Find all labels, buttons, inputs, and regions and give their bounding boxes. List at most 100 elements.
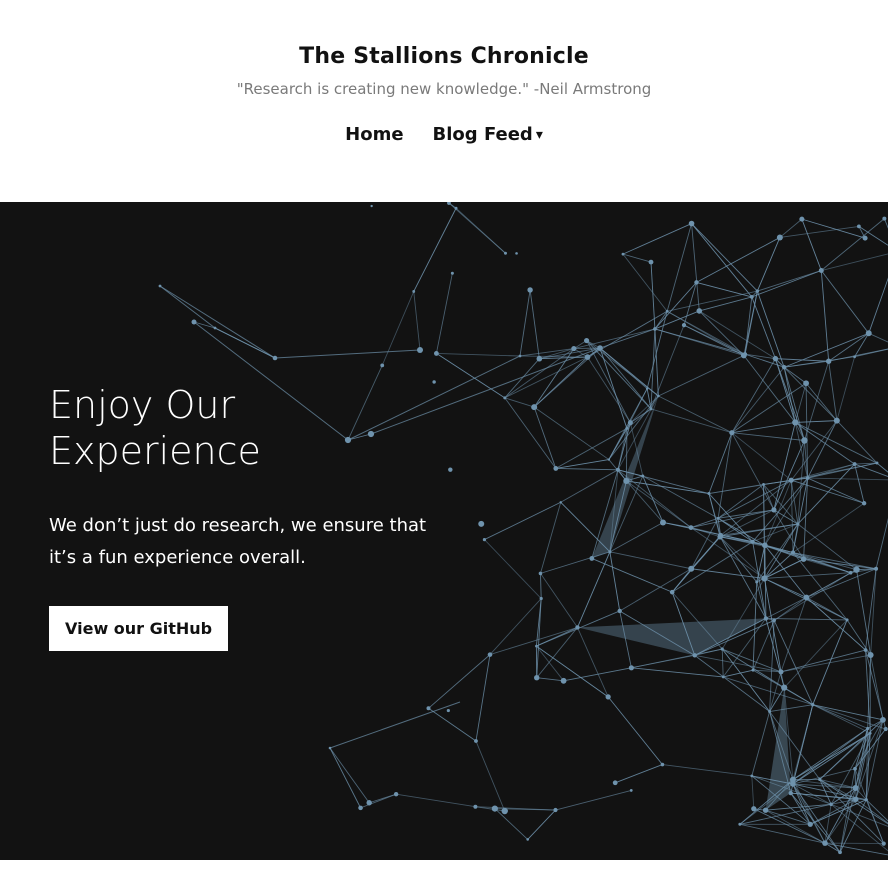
network-edge [666, 223, 692, 312]
network-edge [792, 704, 814, 785]
network-node [751, 668, 755, 672]
network-node [450, 271, 454, 275]
network-node [358, 805, 363, 811]
network-edge [801, 218, 866, 239]
network-node [807, 821, 813, 827]
network-edge [536, 627, 578, 647]
network-node [866, 726, 870, 731]
network-edge [617, 469, 692, 528]
network-node [762, 542, 768, 549]
page-bottom-strip [0, 860, 888, 890]
hero-heading: Enjoy Our Experience [49, 383, 261, 473]
network-node [575, 625, 580, 630]
network-node [617, 608, 622, 614]
network-node [503, 396, 507, 400]
network-node [526, 838, 529, 841]
network-node [370, 204, 373, 208]
network-node [627, 420, 633, 426]
nav-home-link[interactable]: Home [345, 124, 403, 145]
network-edge [803, 558, 877, 570]
network-edge [721, 578, 765, 650]
network-node [328, 746, 332, 750]
network-edge [783, 366, 807, 384]
network-edge [475, 654, 491, 742]
network-node [688, 565, 695, 572]
network-node [882, 216, 887, 221]
network-node [393, 792, 399, 797]
network-edge [751, 711, 771, 777]
network-node [881, 841, 886, 846]
network-node [805, 476, 810, 480]
network-edge [494, 808, 529, 840]
network-edge [751, 775, 755, 809]
main-nav: Home Blog Feed ▾ [0, 124, 888, 145]
network-face [591, 396, 659, 559]
network-edge [609, 551, 621, 612]
network-edge [560, 501, 611, 553]
network-edge [329, 747, 370, 804]
network-edge [435, 273, 453, 354]
network-edge [622, 253, 668, 312]
network-edge [455, 207, 506, 254]
network-node [657, 394, 660, 398]
network-edge [865, 568, 877, 651]
network-node [825, 358, 832, 364]
network-node [829, 802, 833, 807]
nav-blog-feed-dropdown[interactable]: Blog Feed ▾ [421, 124, 543, 145]
network-node [852, 462, 857, 466]
network-edge [836, 356, 856, 421]
network-node [503, 251, 507, 255]
network-node [749, 295, 754, 299]
network-node [861, 501, 867, 506]
network-node [716, 516, 720, 520]
network-edge [369, 793, 397, 804]
network-node [487, 652, 493, 657]
network-node [707, 492, 711, 496]
network-node [608, 550, 612, 554]
network-edge [765, 617, 848, 621]
network-node [880, 716, 886, 723]
network-node [781, 365, 787, 370]
network-edge [769, 704, 813, 712]
site-title[interactable]: The Stallions Chronicle [0, 44, 888, 69]
network-node [515, 252, 518, 255]
network-edge [856, 569, 872, 656]
view-github-button[interactable]: View our GitHub [49, 606, 229, 651]
network-edge [876, 462, 888, 473]
network-edge [801, 218, 822, 271]
network-node [799, 216, 805, 222]
network-edge [484, 539, 542, 599]
network-node [750, 539, 755, 544]
network-node [762, 482, 765, 486]
network-node [781, 684, 788, 691]
network-node [491, 805, 498, 812]
network-edge [723, 676, 813, 706]
network-node [681, 323, 687, 328]
network-edge [607, 696, 663, 765]
network-edge [819, 719, 884, 780]
network-edge [690, 509, 774, 529]
network-edge [329, 747, 361, 809]
network-node [553, 807, 558, 813]
network-edge [691, 223, 753, 298]
network-node [623, 477, 630, 485]
network-edge [625, 428, 628, 481]
site-header: The Stallions Chronicle "Research is cre… [0, 0, 888, 202]
network-edge [428, 654, 491, 709]
network-edge [764, 578, 782, 672]
network-node [527, 287, 533, 293]
network-edge [739, 779, 794, 825]
network-node [818, 268, 824, 274]
network-edge [696, 281, 752, 298]
network-node [833, 417, 840, 424]
network-node [417, 347, 423, 353]
network-node [874, 566, 879, 571]
network-edge [609, 522, 664, 553]
network-node [665, 309, 669, 313]
network-edge [812, 704, 868, 729]
network-edge [540, 573, 542, 599]
network-edge [413, 291, 421, 351]
network-node [718, 532, 724, 538]
network-edge [791, 462, 878, 481]
network-node [778, 669, 784, 675]
